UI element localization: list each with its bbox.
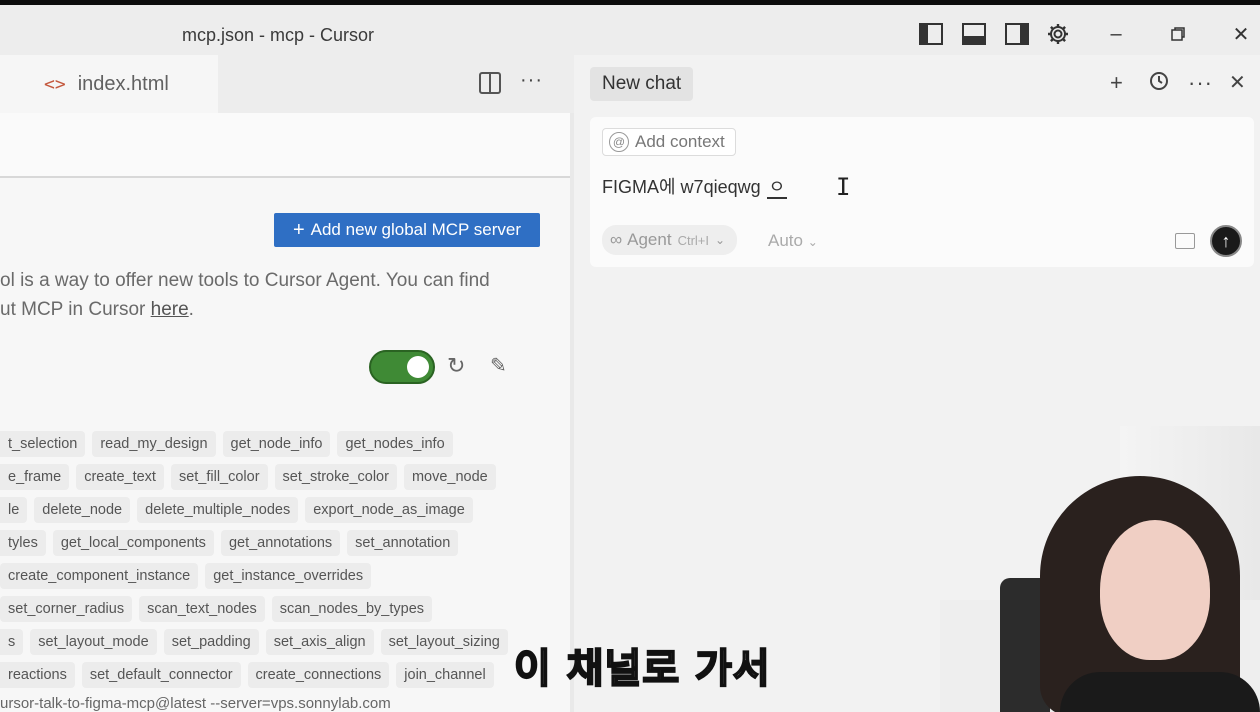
chevron-down-icon: ⌄ [714, 233, 726, 247]
refresh-icon[interactable]: ↻ [447, 353, 465, 379]
split-editor-icon[interactable] [479, 72, 501, 94]
tool-chip: get_annotations [220, 530, 341, 556]
tool-row: tyles get_local_components get_annotations… [0, 530, 465, 556]
agent-label: Agent [627, 230, 672, 249]
server-command: ursor-talk-to-figma-mcp@latest --server=… [0, 695, 391, 712]
video-subtitle: 이 채널로 가서 [513, 645, 771, 693]
add-context-label: Add context [635, 132, 725, 151]
plus-icon: + [292, 218, 305, 241]
toggle-panel-icon[interactable] [962, 22, 986, 46]
toggle-secondary-sidebar-icon[interactable] [1005, 22, 1029, 46]
add-context-button[interactable]: @ Add context [602, 128, 736, 156]
tool-chip: scan_text_nodes [139, 596, 265, 622]
tool-chip: read_my_design [92, 431, 216, 457]
docs-link[interactable]: here [151, 299, 189, 320]
presenter-shoulder [1060, 672, 1260, 712]
tool-chip: move_node [403, 464, 496, 490]
tool-chip: get_local_components [52, 530, 214, 556]
tool-chip: e_frame [0, 464, 70, 490]
tool-chip: join_channel [396, 662, 494, 688]
send-button[interactable]: ↑ [1210, 225, 1242, 257]
title-bar: mcp.json - mcp - Cursor – ✕ [0, 5, 1260, 55]
restore-icon[interactable] [1163, 19, 1193, 49]
tool-chip: reactions [0, 662, 75, 688]
add-mcp-server-button[interactable]: + Add new global MCP server [274, 213, 540, 247]
plus-icon[interactable]: + [1110, 70, 1123, 96]
image-icon[interactable] [1175, 233, 1195, 249]
mcp-description: ol is a way to offer new tools to Cursor… [0, 270, 490, 320]
chat-composer[interactable]: @ Add context FIGMA에 w7qieqwg ㅇ I ∞ Agent… [590, 117, 1254, 267]
tool-chip: tyles [0, 530, 46, 556]
infinity-icon: ∞ [610, 230, 623, 249]
editor-tab-bar: <> index.html ··· [0, 55, 575, 113]
agent-mode-selector[interactable]: ∞ Agent Ctrl+I ⌄ [602, 225, 738, 255]
history-icon[interactable] [1148, 70, 1170, 98]
tool-chip: create_component_instance [0, 563, 199, 589]
gear-icon[interactable] [1046, 22, 1070, 46]
tool-chip: scan_nodes_by_types [271, 596, 433, 622]
tool-row: set_corner_radius scan_text_nodes scan_nod… [0, 596, 439, 622]
tool-row: le delete_node delete_multiple_nodes export… [0, 497, 480, 523]
text-cursor-icon: I [836, 173, 851, 201]
chevron-down-icon: ⌄ [807, 235, 818, 249]
tool-chip: delete_node [34, 497, 131, 523]
tool-row: e_frame create_text set_fill_color set_stro… [0, 464, 503, 490]
close-icon[interactable]: ✕ [1229, 70, 1246, 95]
tool-row: reactions set_default_connector create_con… [0, 662, 501, 688]
model-selector[interactable]: Auto ⌄ [768, 231, 818, 251]
at-icon: @ [609, 132, 629, 152]
agent-shortcut: Ctrl+I [677, 232, 709, 248]
tool-chip: create_connections [247, 662, 390, 688]
tab-label: index.html [77, 72, 169, 95]
chat-input[interactable]: FIGMA에 w7qieqwg ㅇ [602, 173, 788, 199]
tool-chip: t_selection [0, 431, 86, 457]
tool-row: t_selection read_my_design get_node_info ge… [0, 431, 460, 457]
settings-search-area[interactable] [0, 113, 570, 178]
tab-index-html[interactable]: <> index.html [0, 55, 218, 113]
send-icon: ↑ [1221, 230, 1231, 251]
tool-chip: s [0, 629, 24, 655]
close-icon[interactable]: ✕ [1226, 19, 1256, 49]
minimize-icon[interactable]: – [1101, 19, 1131, 49]
tool-chip: set_layout_sizing [380, 629, 508, 655]
tool-chip: set_layout_mode [30, 629, 157, 655]
presenter-face [1100, 520, 1210, 660]
tool-chip: delete_multiple_nodes [137, 497, 299, 523]
server-enabled-toggle[interactable] [369, 350, 435, 384]
tool-row: s set_layout_mode set_padding set_axis_alig… [0, 629, 515, 655]
tool-chip: set_axis_align [265, 629, 374, 655]
tool-chip: set_stroke_color [274, 464, 397, 490]
tool-chip: set_corner_radius [0, 596, 133, 622]
tool-chip: le [0, 497, 28, 523]
tool-chip: set_annotation [347, 530, 459, 556]
add-server-label: Add new global MCP server [310, 220, 522, 239]
mcp-settings-pane: + Add new global MCP server ol is a way … [0, 113, 570, 712]
tool-row: create_component_instance get_instance_ov… [0, 563, 378, 589]
more-icon[interactable]: ··· [1188, 70, 1213, 96]
tool-chip: get_instance_overrides [205, 563, 372, 589]
tool-chip: export_node_as_image [305, 497, 473, 523]
html-file-icon: <> [44, 73, 66, 95]
window-title: mcp.json - mcp - Cursor [182, 25, 375, 45]
tool-chip: get_node_info [222, 431, 331, 457]
pencil-icon[interactable]: ✎ [490, 353, 507, 378]
tool-chip: create_text [76, 464, 164, 490]
chat-header: New chat + ··· ✕ [574, 55, 1260, 113]
more-icon[interactable]: ··· [520, 69, 543, 92]
tool-chip: get_nodes_info [337, 431, 453, 457]
tool-chip: set_padding [163, 629, 259, 655]
tool-chip: set_default_connector [81, 662, 241, 688]
toggle-sidebar-icon[interactable] [919, 22, 943, 46]
ime-composition: ㅇ [766, 177, 788, 199]
tool-chip: set_fill_color [170, 464, 268, 490]
tab-new-chat[interactable]: New chat [590, 67, 694, 101]
